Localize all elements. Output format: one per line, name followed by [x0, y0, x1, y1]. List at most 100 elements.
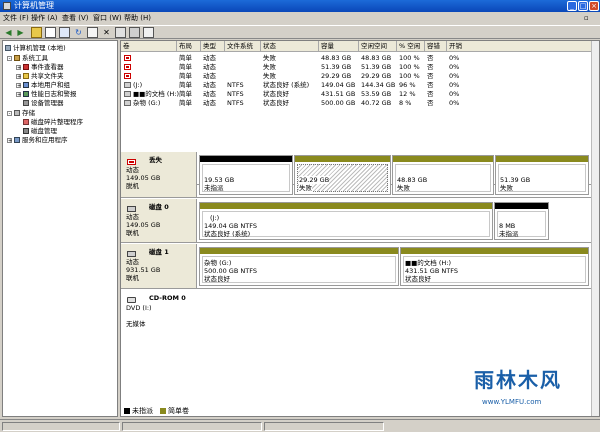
column-header-percent-free[interactable]: % 空闲	[397, 41, 425, 52]
shared-folder-icon	[23, 73, 29, 79]
volume-cell: 状态良好	[263, 90, 289, 98]
partition[interactable]: 48.83 GB 失败	[392, 155, 494, 195]
window-title: 计算机管理	[14, 1, 54, 10]
users-icon	[23, 82, 29, 88]
partition-status: 失败	[500, 184, 513, 192]
volume-row[interactable]: ■■的文档 (H:) 简单 动态 NTFS 状态良好 431.51 GB 53.59 GB 1…	[121, 90, 591, 98]
disk-info[interactable]: 丢失 动态 149.05 GB 脱机	[121, 152, 197, 197]
tree-item-shared-folders[interactable]: 共享文件夹	[23, 72, 64, 80]
refresh-icon[interactable]: ↻	[73, 27, 84, 38]
collapse-icon[interactable]: -	[7, 56, 12, 62]
partition[interactable]: ■■的文档 (H:) 431.51 GB NTFS 状态良好	[400, 247, 589, 286]
volume-cell: 否	[427, 81, 434, 89]
expand-icon[interactable]: +	[16, 74, 21, 80]
tree-item-disk-defragmenter[interactable]: 磁盘碎片整理程序	[23, 118, 83, 126]
volume-row[interactable]: 简单 动态 失败 48.83 GB 48.83 GB 100 % 否 0%	[121, 54, 591, 62]
disk-size: 931.51 GB	[126, 266, 161, 274]
volume-cell: 状态良好	[263, 99, 289, 107]
menu-file[interactable]: 文件 (F)	[3, 12, 29, 24]
volume-cell: 动态	[203, 63, 216, 71]
disk-row[interactable]: CD-ROM 0 DVD (I:) 无媒体	[121, 290, 599, 334]
disk-status: 联机	[126, 229, 139, 237]
partition[interactable]: 29.29 GB 失败	[294, 155, 391, 195]
collapse-icon[interactable]: -	[7, 111, 12, 117]
partition-status: 未指派	[499, 230, 519, 238]
disk-row[interactable]: 磁盘 0 动态 149.05 GB 联机 (J:) 149.04 GB NTFS…	[121, 199, 599, 243]
expand-icon[interactable]: +	[16, 83, 21, 89]
up-folder-icon[interactable]	[31, 27, 42, 38]
disk-name: 磁盘 0	[149, 203, 169, 211]
column-header-free-space[interactable]: 空闲空间	[359, 41, 397, 52]
help-icon[interactable]	[143, 27, 154, 38]
properties-icon[interactable]	[59, 27, 70, 38]
column-header-capacity[interactable]: 容量	[319, 41, 359, 52]
child-window-controls[interactable]: ▫	[584, 12, 594, 22]
export-icon[interactable]	[87, 27, 98, 38]
expand-icon[interactable]: +	[16, 92, 21, 98]
volume-row[interactable]: 杂物 (G:) 简单 动态 NTFS 状态良好 500.00 GB 40.72 GB 8 % 否…	[121, 99, 591, 107]
disk-info[interactable]: 磁盘 0 动态 149.05 GB 联机	[121, 199, 197, 242]
disk-status: 无媒体	[126, 320, 146, 328]
tree-item-event-viewer[interactable]: 事件查看器	[23, 63, 64, 71]
tree-item-device-manager[interactable]: 设备管理器	[23, 99, 64, 107]
menu-help[interactable]: 帮助 (H)	[124, 12, 151, 24]
app-icon	[3, 2, 11, 10]
partition[interactable]: (J:) 149.04 GB NTFS 状态良好 (系统)	[199, 202, 493, 240]
volume-icon	[124, 82, 131, 88]
partition[interactable]: 51.39 GB 失败	[495, 155, 589, 195]
minimize-button[interactable]: _	[567, 1, 577, 11]
expand-icon[interactable]: +	[16, 65, 21, 71]
disk-row[interactable]: 丢失 动态 149.05 GB 脱机 19.53 GB 未指派 29.29 GB…	[121, 152, 599, 198]
disk-info[interactable]: 磁盘 1 动态 931.51 GB 联机	[121, 244, 197, 288]
column-header-status[interactable]: 状态	[261, 41, 319, 52]
disk-name: 磁盘 1	[149, 248, 169, 256]
tree-item-computer-management[interactable]: 计算机管理 (本地)	[5, 44, 66, 52]
forward-arrow-icon[interactable]: ▶	[15, 27, 26, 38]
column-header-filesystem[interactable]: 文件系统	[225, 41, 261, 52]
disk-row[interactable]: 磁盘 1 动态 931.51 GB 联机 杂物 (G:) 500.00 GB N…	[121, 244, 599, 289]
show-hide-tree-icon[interactable]	[45, 27, 56, 38]
disk-icon	[127, 251, 136, 257]
column-header-layout[interactable]: 布局	[177, 41, 201, 52]
volume-row[interactable]: 简单 动态 失败 51.39 GB 51.39 GB 100 % 否 0%	[121, 63, 591, 71]
menu-window[interactable]: 窗口 (W)	[93, 12, 122, 24]
volume-row[interactable]: (J:) 简单 动态 NTFS 状态良好 (系统) 149.04 GB 144.34 GB 9…	[121, 81, 591, 89]
column-header-type[interactable]: 类型	[201, 41, 225, 52]
expand-icon[interactable]: +	[7, 138, 12, 144]
settings-icon[interactable]	[115, 27, 126, 38]
partition-status: 状态良好	[204, 275, 230, 283]
column-header-fault-tolerance[interactable]: 容错	[425, 41, 447, 52]
vertical-scrollbar[interactable]	[591, 41, 599, 416]
tree-item-storage[interactable]: 存储	[14, 109, 35, 117]
partition[interactable]: 8 MB 未指派	[494, 202, 549, 240]
partition-size: 500.00 GB NTFS	[204, 267, 257, 275]
back-arrow-icon[interactable]: ◀	[3, 27, 14, 38]
tree-item-local-users[interactable]: 本地用户和组	[23, 81, 70, 89]
volume-cell: 0%	[449, 90, 460, 98]
partition-size: 8 MB	[499, 222, 516, 230]
column-header-volume[interactable]: 卷	[121, 41, 177, 52]
partition[interactable]: 19.53 GB 未指派	[199, 155, 293, 195]
volume-cell: 40.72 GB	[361, 99, 392, 107]
tree-item-disk-management[interactable]: 磁盘管理	[23, 127, 57, 135]
delete-icon[interactable]: ✕	[101, 27, 112, 38]
watermark-logo: 雨林木风 www.YLMFU.com	[470, 364, 598, 416]
menu-view[interactable]: 查看 (V)	[62, 12, 88, 24]
device-manager-icon	[23, 100, 29, 106]
partition-bar	[200, 248, 398, 254]
maximize-button[interactable]: □	[578, 1, 588, 11]
disk-icon[interactable]	[129, 27, 140, 38]
status-cell	[122, 422, 262, 431]
console-tree: 计算机管理 (本地) - 系统工具 + 事件查看器 + 共享文件夹 + 本地用户…	[2, 40, 118, 417]
disk-info[interactable]: CD-ROM 0 DVD (I:) 无媒体	[121, 290, 197, 334]
tree-item-system-tools[interactable]: 系统工具	[14, 54, 48, 62]
close-button[interactable]: ×	[589, 1, 599, 11]
tree-item-services-applications[interactable]: 服务和应用程序	[14, 136, 68, 144]
partition[interactable]: 杂物 (G:) 500.00 GB NTFS 状态良好	[199, 247, 399, 286]
column-header-overhead[interactable]: 开销	[447, 41, 599, 52]
partition-bar	[200, 203, 492, 209]
tree-item-performance-logs[interactable]: 性能日志和警报	[23, 90, 77, 98]
volume-row[interactable]: 简单 动态 失败 29.29 GB 29.29 GB 100 % 否 0%	[121, 72, 591, 80]
volume-cell: 简单	[179, 81, 192, 89]
menu-action[interactable]: 操作 (A)	[31, 12, 57, 24]
